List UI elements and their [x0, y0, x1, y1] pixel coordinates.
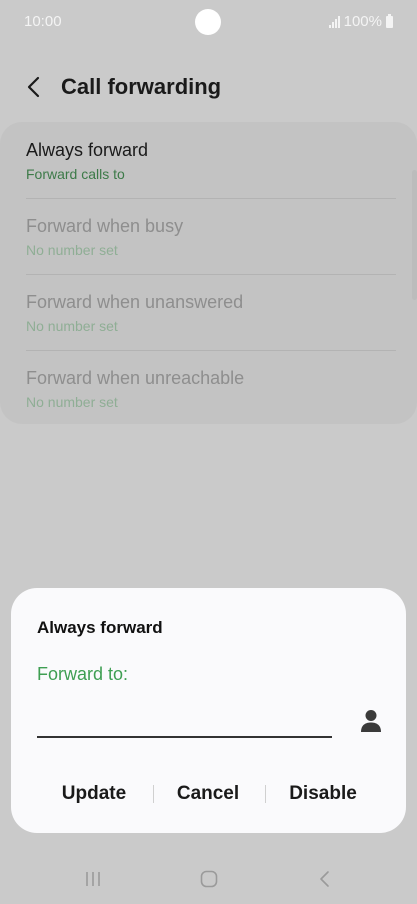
status-bar: 10:00 100% — [0, 0, 417, 44]
setting-title: Forward when busy — [26, 216, 184, 236]
signal-icon — [328, 15, 340, 28]
status-right: 100% — [328, 13, 393, 30]
button-separator — [265, 785, 266, 803]
setting-forward-when-unanswered: Forward when unanswered No number set — [26, 274, 396, 350]
setting-forward-when-busy: Forward when busy No number set — [26, 198, 396, 274]
dialog-actions: Update Cancel Disable — [11, 774, 406, 814]
setting-always-forward[interactable]: Always forward Forward calls to — [26, 122, 396, 198]
setting-title: Always forward — [26, 140, 149, 160]
page-title: Call forwarding — [61, 74, 222, 99]
setting-forward-when-unreachable: Forward when unreachable No number set — [26, 350, 396, 426]
front-camera — [195, 9, 221, 35]
setting-title: Forward when unanswered — [26, 292, 244, 312]
button-separator — [153, 785, 154, 803]
disable-button[interactable]: Disable — [269, 774, 377, 814]
status-time: 10:00 — [24, 13, 62, 30]
forward-to-label: Forward to: — [37, 664, 129, 684]
home-icon[interactable] — [200, 870, 218, 888]
scrollbar[interactable] — [412, 170, 417, 300]
person-icon[interactable] — [360, 709, 382, 733]
setting-subtitle: No number set — [26, 242, 118, 258]
battery-icon — [386, 13, 393, 28]
setting-subtitle: Forward calls to — [26, 166, 125, 182]
navigation-bar — [0, 856, 417, 904]
recents-icon[interactable] — [84, 870, 102, 888]
cancel-button[interactable]: Cancel — [157, 774, 259, 814]
app-bar: Call forwarding — [0, 62, 417, 114]
battery-percentage: 100% — [343, 13, 382, 30]
forward-number-input[interactable] — [37, 698, 332, 738]
setting-title: Forward when unreachable — [26, 368, 245, 388]
forward-dialog: Always forward Forward to: Update Cancel… — [11, 588, 406, 833]
setting-subtitle: No number set — [26, 318, 118, 334]
back-icon[interactable] — [318, 870, 332, 888]
settings-card: Always forward Forward calls to Forward … — [0, 122, 417, 424]
update-button[interactable]: Update — [41, 774, 147, 814]
chevron-left-icon[interactable] — [22, 74, 48, 100]
setting-subtitle: No number set — [26, 394, 118, 410]
dialog-title: Always forward — [37, 618, 163, 637]
